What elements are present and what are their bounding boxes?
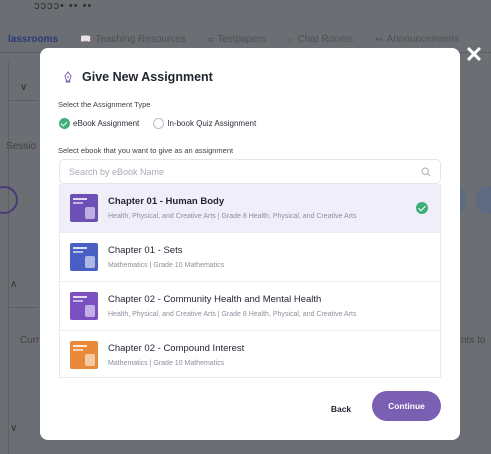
- ebook-search-field: [59, 159, 441, 184]
- tab-announcements[interactable]: ↢ Announcements: [375, 34, 459, 45]
- back-button[interactable]: Back: [323, 399, 359, 419]
- modal-header: Give New Assignment: [62, 70, 213, 84]
- ebook-thumbnail: [70, 194, 98, 222]
- list-item[interactable]: Chapter 01 - Human Body Health, Physical…: [60, 184, 440, 233]
- list-item[interactable]: Chapter 01 - Sets Mathematics | Grade 10…: [60, 233, 440, 282]
- ebook-thumbnail: [70, 243, 98, 271]
- ebook-thumbnail: [70, 341, 98, 369]
- ebook-subtitle: Mathematics | Grade 10 Mathematics: [108, 262, 225, 269]
- give-assignment-modal: Give New Assignment Select the Assignmen…: [40, 48, 460, 440]
- tab-teaching-resources[interactable]: 📖 Teaching Resources: [80, 34, 186, 45]
- radio-ebook-assignment[interactable]: eBook Assignment: [59, 118, 139, 129]
- chevron-down-icon[interactable]: ∨: [10, 423, 17, 434]
- ebook-title: Chapter 02 - Compound Interest: [108, 343, 245, 354]
- divider: [8, 307, 38, 308]
- continue-button[interactable]: Continue: [372, 391, 441, 421]
- ebook-search-input[interactable]: [69, 166, 421, 177]
- chevron-down-icon[interactable]: ∨: [20, 82, 27, 93]
- divider: [8, 100, 38, 101]
- radio-label: eBook Assignment: [73, 119, 140, 128]
- ebook-list: Chapter 01 - Human Body Health, Physical…: [59, 184, 441, 378]
- book-icon: 📖: [80, 34, 92, 44]
- ebook-title: Chapter 02 - Community Health and Mental…: [108, 294, 322, 305]
- background-session-label: Sessio: [6, 141, 37, 152]
- assignment-type-label: Select the Assignment Type: [58, 100, 151, 109]
- tab-chat-rooms[interactable]: ○ Chat Rooms: [288, 34, 353, 45]
- ebook-thumbnail: [70, 292, 98, 320]
- ebook-subtitle: Health, Physical, and Creative Arts | Gr…: [108, 311, 357, 318]
- background-curr-label: Curr: [20, 335, 40, 346]
- ebook-title: Chapter 01 - Human Body: [108, 196, 225, 207]
- megaphone-icon: ↢: [375, 34, 383, 44]
- chat-icon: ○: [288, 34, 294, 45]
- check-circle-icon: [416, 202, 428, 214]
- tab-classrooms[interactable]: lassrooms: [8, 34, 58, 45]
- paper-icon: ≡: [207, 34, 214, 45]
- pen-icon: [64, 71, 72, 83]
- assignment-type-group: eBook Assignment In-book Quiz Assignment: [59, 118, 270, 129]
- list-item[interactable]: Chapter 02 - Compound Interest Mathemati…: [60, 331, 440, 377]
- tab-testpapers[interactable]: ≡ Testpapers: [208, 34, 266, 45]
- radio-label: In-book Quiz Assignment: [167, 119, 257, 128]
- ebook-select-label: Select ebook that you want to give as an…: [58, 146, 234, 155]
- background-pill: [476, 186, 491, 214]
- ebook-subtitle: Health, Physical, and Creative Arts | Gr…: [108, 213, 357, 220]
- ebook-subtitle: Mathematics | Grade 10 Mathematics: [108, 360, 225, 367]
- chevron-up-icon[interactable]: ∧: [10, 279, 17, 290]
- radio-checked-icon: [59, 118, 70, 129]
- background-nts-label: nts to: [461, 335, 486, 346]
- search-icon: [421, 166, 431, 177]
- ebook-title: Chapter 01 - Sets: [108, 245, 183, 256]
- close-icon[interactable]: ✕: [463, 44, 485, 66]
- modal-title: Give New Assignment: [82, 70, 213, 84]
- background-header-fragment: ɔɔɔɔ• •• ••: [34, 0, 93, 12]
- radio-inbook-quiz[interactable]: In-book Quiz Assignment: [153, 118, 256, 129]
- list-item[interactable]: Chapter 02 - Community Health and Mental…: [60, 282, 440, 331]
- radio-unchecked-icon: [153, 118, 165, 129]
